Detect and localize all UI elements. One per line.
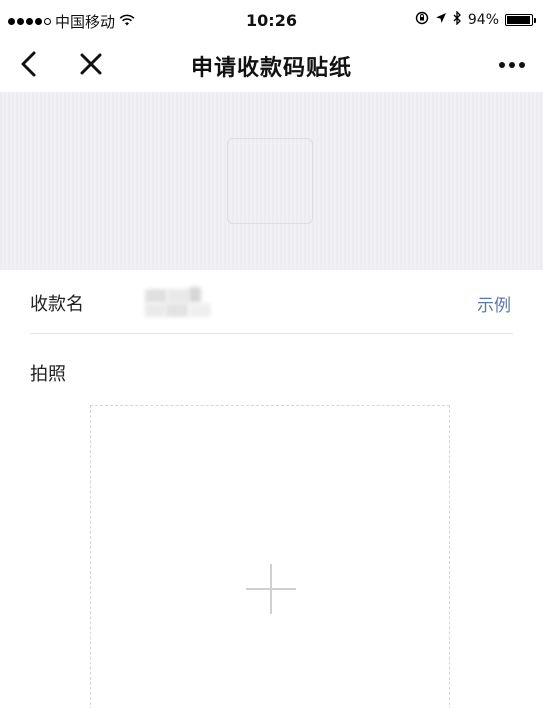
more-dots-icon [499,62,505,68]
plus-icon [246,564,296,614]
location-arrow-icon [435,12,447,28]
battery-percent: 94% [467,12,499,28]
status-bar: 中国移动 10:26 94% [0,0,543,42]
photo-label: 拍照 [30,364,66,385]
page-title: 申请收款码贴纸 [190,56,352,81]
row-divider [30,333,513,334]
example-link[interactable]: 示例 [477,291,511,316]
status-right: 94% [415,10,536,29]
payee-name-value-blurred [145,287,211,319]
battery-icon [505,14,536,26]
bluetooth-icon [453,10,462,29]
payee-name-label: 收款名 [30,294,84,315]
photo-upload-area[interactable] [90,405,450,708]
payee-name-row[interactable]: 收款名 示例 [0,270,543,334]
nav-bar: 申请收款码贴纸 [0,42,543,88]
more-button[interactable] [495,50,529,80]
sticker-preview-placeholder [227,138,313,224]
battery-level [507,16,530,24]
orientation-lock-icon [415,11,429,29]
sticker-preview-banner [0,92,543,270]
